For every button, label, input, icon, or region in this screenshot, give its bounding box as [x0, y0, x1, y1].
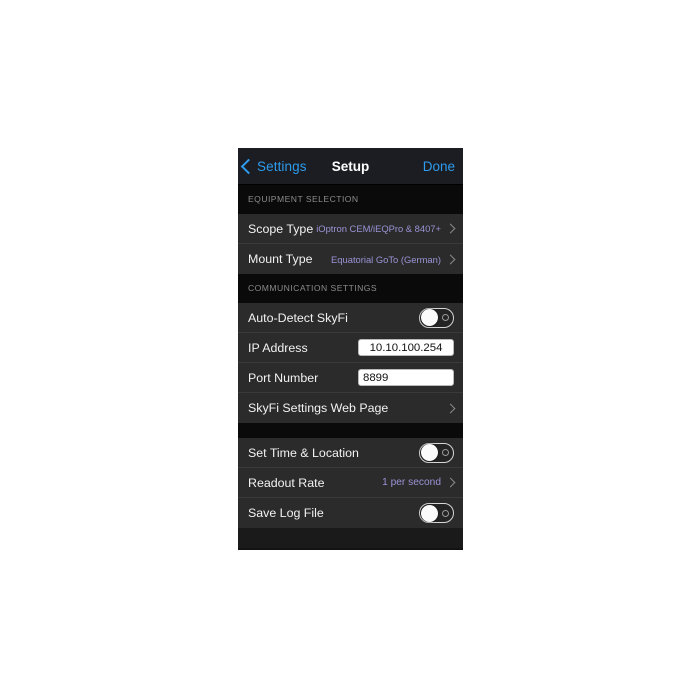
- toggle-set-time-and-location[interactable]: [419, 442, 454, 463]
- toggle-off-ring-icon: [442, 449, 449, 456]
- section-group-communication-settings: Auto-Detect SkyFi IP Address Port Number…: [238, 303, 463, 423]
- bottom-filler: [238, 528, 463, 548]
- section-gap-band: [238, 423, 463, 438]
- back-button[interactable]: Settings: [238, 158, 307, 174]
- row-label-auto-detect-skyfi: Auto-Detect SkyFi: [248, 310, 348, 325]
- row-label-ip-address: IP Address: [248, 340, 308, 355]
- toggle-knob: [420, 309, 438, 326]
- section-header-equipment-selection: EQUIPMENT SELECTION: [238, 185, 463, 214]
- toggle-knob: [420, 444, 438, 461]
- chevron-right-icon: [445, 477, 456, 488]
- row-label-mount-type: Mount Type: [248, 252, 313, 266]
- toggle-auto-detect-skyfi[interactable]: [419, 307, 454, 328]
- row-label-save-log-file: Save Log File: [248, 506, 324, 520]
- row-mount-type[interactable]: Mount Type Equatorial GoTo (German): [238, 244, 463, 274]
- section-group-equipment-selection: Scope Type iOptron CEM/iEQPro & 8407+ Mo…: [238, 214, 463, 274]
- row-readout-rate[interactable]: Readout Rate 1 per second: [238, 468, 463, 498]
- toggle-save-log-file[interactable]: [419, 503, 454, 523]
- row-port-number[interactable]: Port Number: [238, 363, 463, 393]
- row-value-scope-type: iOptron CEM/iEQPro & 8407+: [316, 223, 441, 234]
- row-ip-address[interactable]: IP Address: [238, 333, 463, 363]
- done-button[interactable]: Done: [423, 159, 455, 174]
- row-scope-type[interactable]: Scope Type iOptron CEM/iEQPro & 8407+: [238, 214, 463, 244]
- row-label-set-time-and-location: Set Time & Location: [248, 445, 359, 460]
- phone-screen: Settings Setup Done EQUIPMENT SELECTION …: [238, 148, 463, 550]
- row-value-readout-rate: 1 per second: [382, 477, 441, 488]
- row-label-scope-type: Scope Type: [248, 221, 314, 236]
- port-number-input[interactable]: [358, 369, 454, 386]
- row-save-log-file[interactable]: Save Log File: [238, 498, 463, 528]
- chevron-right-icon: [445, 254, 456, 264]
- section-header-communication-settings: COMMUNICATION SETTINGS: [238, 274, 463, 303]
- row-skyfi-settings-web-page[interactable]: SkyFi Settings Web Page: [238, 393, 463, 423]
- row-label-port-number: Port Number: [248, 370, 319, 385]
- row-value-mount-type: Equatorial GoTo (German): [331, 253, 441, 265]
- row-label-readout-rate: Readout Rate: [248, 475, 325, 490]
- ip-address-input[interactable]: [358, 339, 454, 356]
- chevron-right-icon: [445, 223, 456, 234]
- row-auto-detect-skyfi[interactable]: Auto-Detect SkyFi: [238, 303, 463, 333]
- back-button-label: Settings: [257, 158, 307, 174]
- navigation-bar: Settings Setup Done: [238, 148, 463, 185]
- row-set-time-and-location[interactable]: Set Time & Location: [238, 438, 463, 468]
- chevron-left-icon: [240, 158, 257, 174]
- page-canvas: Settings Setup Done EQUIPMENT SELECTION …: [0, 0, 700, 700]
- toggle-off-ring-icon: [442, 314, 449, 321]
- toggle-off-ring-icon: [442, 509, 449, 517]
- toggle-knob: [420, 504, 438, 522]
- chevron-right-icon: [445, 403, 456, 413]
- row-label-skyfi-settings-web-page: SkyFi Settings Web Page: [248, 401, 389, 415]
- section-group-misc: Set Time & Location Readout Rate 1 per s…: [238, 438, 463, 528]
